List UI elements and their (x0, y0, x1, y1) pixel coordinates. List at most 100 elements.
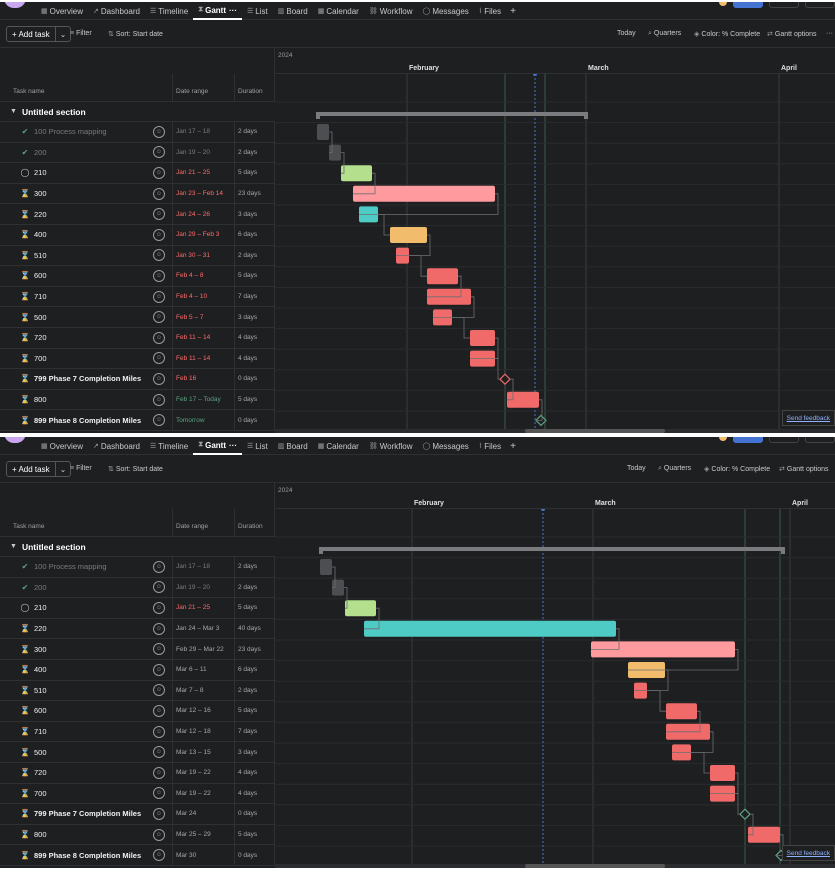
task-duration[interactable]: 23 days (238, 190, 261, 197)
task-row[interactable]: ✔ 200 ☺ Jan 19 – 20 2 days (0, 142, 275, 164)
task-name[interactable]: 210 (34, 603, 152, 612)
task-date-range[interactable]: Feb 16 (176, 375, 196, 382)
task-date-range[interactable]: Mar 7 – 8 (176, 687, 203, 694)
column-divider[interactable] (234, 74, 235, 102)
task-name[interactable]: 500 (34, 313, 152, 322)
hourglass-icon[interactable]: ⌛ (20, 665, 30, 674)
hourglass-icon[interactable]: ⌛ (20, 333, 30, 342)
milestone-icon[interactable]: ⌛ (20, 374, 30, 383)
check-circle-icon[interactable]: ◯ (20, 603, 30, 612)
task-duration[interactable]: 23 days (238, 646, 261, 653)
milestone-icon[interactable]: ⌛ (20, 416, 30, 425)
task-row[interactable]: ⌛ 600 ☺ Feb 4 – 8 5 days (0, 266, 275, 287)
today-button[interactable]: Today (617, 30, 636, 37)
more-icon[interactable]: ··· (826, 30, 833, 37)
gantt-options-button[interactable]: ⇄ Gantt options (779, 465, 829, 473)
avatar[interactable] (719, 437, 727, 441)
task-row[interactable]: ◯ 210 ☺ Jan 21 – 25 5 days (0, 163, 275, 184)
task-name[interactable]: 600 (34, 271, 152, 280)
tab-timeline[interactable]: ☰ Timeline (145, 437, 193, 455)
task-name[interactable]: 800 (34, 830, 152, 839)
task-row[interactable]: ⌛ 510 ☺ Jan 30 – 31 2 days (0, 245, 275, 267)
task-duration[interactable]: 2 days (238, 149, 257, 156)
task-bar[interactable] (390, 227, 427, 243)
task-row[interactable]: ✔ 100 Process mapping ☺ Jan 17 – 18 2 days (0, 122, 275, 143)
hourglass-icon[interactable]: ⌛ (20, 830, 30, 839)
assignee-avatar[interactable]: ☺ (153, 372, 165, 385)
tab-list[interactable]: ☰ List (242, 437, 273, 455)
task-name[interactable]: 899 Phase 8 Completion Miles (34, 851, 152, 860)
scrollbar-thumb[interactable] (525, 864, 665, 868)
task-row[interactable]: ⌛ 700 ☺ Feb 11 – 14 4 days (0, 348, 275, 370)
milestone-icon[interactable]: ⌛ (20, 851, 30, 860)
task-date-range[interactable]: Feb 4 – 8 (176, 272, 203, 279)
task-date-range[interactable]: Mar 30 (176, 852, 196, 859)
task-name[interactable]: 300 (34, 189, 152, 198)
assignee-avatar[interactable]: ☺ (153, 290, 165, 303)
task-row[interactable]: ⌛ 720 ☺ Feb 11 – 14 4 days (0, 328, 275, 349)
task-bar[interactable] (320, 559, 332, 575)
task-duration[interactable]: 4 days (238, 790, 257, 797)
sort-button[interactable]: ⇅ Sort: Start date (108, 465, 163, 473)
color-button[interactable]: ◈ Color: % Complete (694, 30, 760, 38)
hourglass-icon[interactable]: ⌛ (20, 645, 30, 654)
check-circle-icon[interactable]: ◯ (20, 168, 30, 177)
assignee-avatar[interactable]: ☺ (153, 807, 165, 820)
task-row[interactable]: ⌛ 799 Phase 7 Completion Miles ☺ Feb 16 0 da… (0, 369, 275, 390)
caret-down-icon[interactable]: ▼ (10, 543, 17, 550)
assignee-avatar[interactable]: ☺ (153, 249, 165, 262)
filter-button[interactable]: ≡ Filter (70, 465, 92, 472)
search-button[interactable] (805, 437, 835, 443)
assignee-avatar[interactable]: ☺ (153, 725, 165, 738)
assignee-avatar[interactable]: ☺ (153, 828, 165, 841)
assignee-avatar[interactable]: ☺ (153, 146, 165, 159)
task-date-range[interactable]: Jan 17 – 18 (176, 128, 210, 135)
task-date-range[interactable]: Feb 5 – 7 (176, 314, 203, 321)
milestone-diamond[interactable] (739, 808, 751, 821)
quarters-button[interactable]: ⌕ Quarters (648, 30, 681, 38)
tab-workflow[interactable]: ⛓ Workflow (364, 2, 418, 20)
assignee-avatar[interactable]: ☺ (153, 352, 165, 365)
task-name[interactable]: 500 (34, 748, 152, 757)
task-duration[interactable]: 2 days (238, 687, 257, 694)
task-name[interactable]: 400 (34, 665, 152, 674)
quarters-button[interactable]: ⌕ Quarters (658, 465, 691, 473)
tab-overview[interactable]: ▦ Overview (36, 437, 88, 455)
task-row[interactable]: ✔ 100 Process mapping ☺ Jan 17 – 18 2 days (0, 557, 275, 578)
hourglass-icon[interactable]: ⌛ (20, 789, 30, 798)
task-duration[interactable]: 5 days (238, 604, 257, 611)
check-circle-filled-icon[interactable]: ✔ (20, 127, 30, 136)
chevron-down-icon[interactable]: ⌄ (56, 30, 71, 39)
milestone-icon[interactable]: ⌛ (20, 809, 30, 818)
task-row[interactable]: ⌛ 220 ☺ Jan 24 – 26 3 days (0, 204, 275, 225)
filter-button[interactable]: ≡ Filter (70, 30, 92, 37)
task-date-range[interactable]: Mar 24 (176, 810, 196, 817)
milestone-diamond[interactable] (499, 373, 511, 386)
task-name[interactable]: 799 Phase 7 Completion Miles (34, 374, 152, 383)
task-date-range[interactable]: Jan 29 – Feb 3 (176, 231, 219, 238)
task-date-range[interactable]: Jan 24 – Mar 3 (176, 625, 219, 632)
task-duration[interactable]: 6 days (238, 666, 257, 673)
tab-workflow[interactable]: ⛓ Workflow (364, 437, 418, 455)
task-duration[interactable]: 2 days (238, 252, 257, 259)
hourglass-icon[interactable]: ⌛ (20, 251, 30, 260)
task-name[interactable]: 100 Process mapping (34, 127, 152, 136)
task-row[interactable]: ⌛ 400 ☺ Jan 29 – Feb 3 6 days (0, 225, 275, 246)
color-button[interactable]: ◈ Color: % Complete (704, 465, 770, 473)
section-title[interactable]: Untitled section (22, 107, 86, 117)
task-duration[interactable]: 5 days (238, 707, 257, 714)
task-name[interactable]: 899 Phase 8 Completion Miles (34, 416, 152, 425)
add-task-button[interactable]: + Add task ⌄ (6, 461, 72, 477)
task-bar[interactable] (427, 268, 458, 285)
hourglass-icon[interactable]: ⌛ (20, 210, 30, 219)
task-name[interactable]: 510 (34, 686, 152, 695)
task-duration[interactable]: 0 days (238, 375, 257, 382)
task-name[interactable]: 700 (34, 354, 152, 363)
hourglass-icon[interactable]: ⌛ (20, 189, 30, 198)
task-bar[interactable] (666, 703, 697, 720)
assignee-avatar[interactable]: ☺ (153, 228, 165, 241)
caret-down-icon[interactable]: ▼ (10, 108, 17, 115)
hourglass-icon[interactable]: ⌛ (20, 706, 30, 715)
task-duration[interactable]: 6 days (238, 231, 257, 238)
task-row[interactable]: ◯ 210 ☺ Jan 21 – 25 5 days (0, 598, 275, 619)
